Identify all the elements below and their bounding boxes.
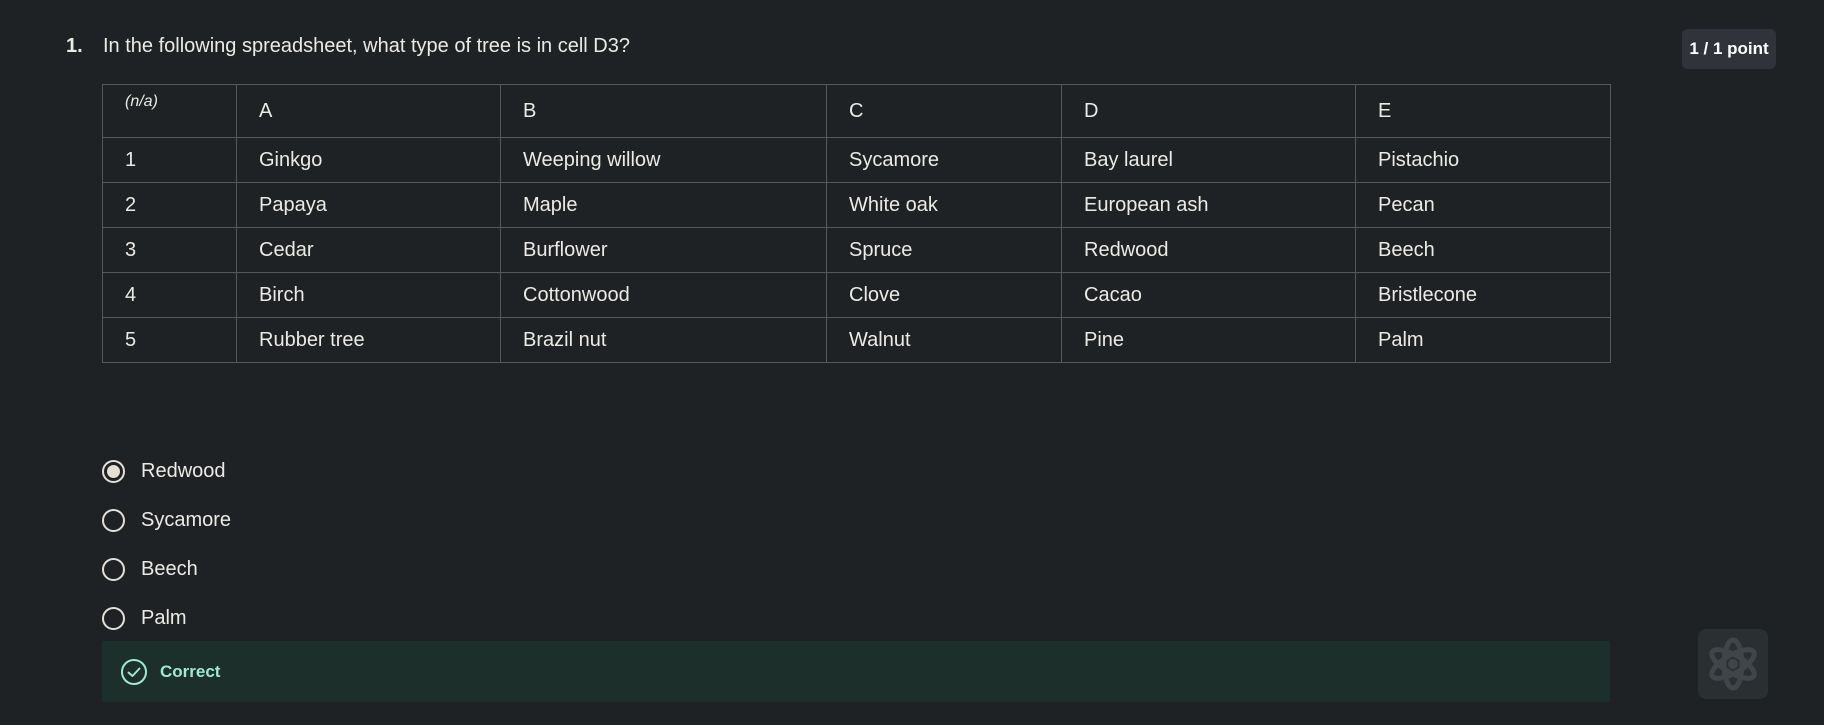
table-cell: White oak bbox=[826, 182, 1062, 228]
column-header: D bbox=[1061, 84, 1356, 138]
row-header: 4 bbox=[102, 272, 237, 318]
table-cell: Clove bbox=[826, 272, 1062, 318]
row-header: 3 bbox=[102, 227, 237, 273]
feedback-text: Correct bbox=[160, 661, 221, 681]
ai-assistant-icon bbox=[1709, 637, 1757, 691]
answer-options: Redwood Sycamore Beech Palm bbox=[102, 447, 231, 643]
table-cell: Beech bbox=[1355, 227, 1611, 273]
column-header: B bbox=[500, 84, 827, 138]
feedback-banner: Correct bbox=[102, 641, 1610, 702]
check-circle-icon bbox=[121, 658, 147, 685]
points-badge: 1 / 1 point bbox=[1682, 29, 1776, 69]
option-palm[interactable]: Palm bbox=[102, 594, 231, 643]
table-cell: Walnut bbox=[826, 317, 1062, 363]
table-row: 4 Birch Cottonwood Clove Cacao Bristleco… bbox=[102, 272, 1611, 318]
question-header: 1. In the following spreadsheet, what typ… bbox=[66, 32, 630, 60]
table-cell: Burflower bbox=[500, 227, 827, 273]
radio-button-selected[interactable] bbox=[102, 460, 125, 483]
radio-button[interactable] bbox=[102, 607, 125, 630]
table-cell: Maple bbox=[500, 182, 827, 228]
table-cell: Palm bbox=[1355, 317, 1611, 363]
question-text: In the following spreadsheet, what type … bbox=[103, 35, 630, 57]
table-cell: Brazil nut bbox=[500, 317, 827, 363]
table-cell: Pine bbox=[1061, 317, 1356, 363]
table-cell: Pecan bbox=[1355, 182, 1611, 228]
table-cell: Rubber tree bbox=[236, 317, 501, 363]
table-cell: Cottonwood bbox=[500, 272, 827, 318]
table-row: 5 Rubber tree Brazil nut Walnut Pine Pal… bbox=[102, 317, 1611, 363]
column-header: E bbox=[1355, 84, 1611, 138]
column-header: C bbox=[826, 84, 1062, 138]
option-label: Sycamore bbox=[141, 509, 232, 531]
quiz-page: 1. In the following spreadsheet, what typ… bbox=[0, 0, 1824, 725]
table-cell: Bay laurel bbox=[1061, 137, 1356, 183]
question-number: 1. bbox=[66, 35, 83, 57]
table-cell: Cacao bbox=[1061, 272, 1356, 318]
table-cell: European ash bbox=[1061, 182, 1356, 228]
option-label: Redwood bbox=[141, 460, 226, 482]
table-row: 1 Ginkgo Weeping willow Sycamore Bay lau… bbox=[102, 137, 1611, 183]
table-header-row: (n/a) A B C D E bbox=[102, 84, 1611, 138]
table-cell: Ginkgo bbox=[236, 137, 501, 183]
spreadsheet-table: (n/a) A B C D E 1 Ginkgo Weeping willow … bbox=[102, 84, 1611, 363]
radio-button[interactable] bbox=[102, 558, 125, 581]
ai-assistant-button[interactable] bbox=[1698, 629, 1768, 699]
row-header: 1 bbox=[102, 137, 237, 183]
radio-button[interactable] bbox=[102, 509, 125, 532]
row-header: 5 bbox=[102, 317, 237, 363]
option-label: Beech bbox=[141, 558, 198, 580]
table-cell: Redwood bbox=[1061, 227, 1356, 273]
table-cell: Bristlecone bbox=[1355, 272, 1611, 318]
table-cell: Sycamore bbox=[826, 137, 1062, 183]
table-row: 2 Papaya Maple White oak European ash Pe… bbox=[102, 182, 1611, 228]
table-cell: Pistachio bbox=[1355, 137, 1611, 183]
table-corner-cell: (n/a) bbox=[102, 84, 237, 138]
option-sycamore[interactable]: Sycamore bbox=[102, 496, 231, 545]
table-cell: Papaya bbox=[236, 182, 501, 228]
table-cell: Birch bbox=[236, 272, 501, 318]
table-cell: Spruce bbox=[826, 227, 1062, 273]
table-cell: Cedar bbox=[236, 227, 501, 273]
option-redwood[interactable]: Redwood bbox=[102, 447, 231, 496]
table-row: 3 Cedar Burflower Spruce Redwood Beech bbox=[102, 227, 1611, 273]
column-header: A bbox=[236, 84, 501, 138]
option-label: Palm bbox=[141, 607, 187, 629]
row-header: 2 bbox=[102, 182, 237, 228]
option-beech[interactable]: Beech bbox=[102, 545, 231, 594]
table-cell: Weeping willow bbox=[500, 137, 827, 183]
